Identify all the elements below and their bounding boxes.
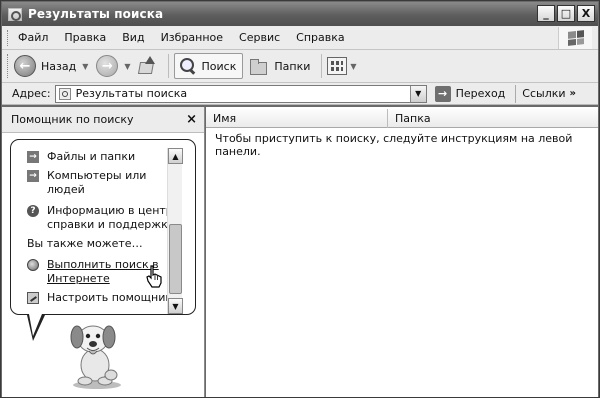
windows-flag-icon [567,30,584,46]
address-bar: Адрес: Результаты поиска ▼ → Переход Ссы… [2,83,598,105]
forward-arrow-icon: → [96,55,119,77]
column-header-name[interactable]: Имя [206,109,388,128]
address-value: Результаты поиска [75,87,188,100]
search-window-icon [8,7,22,21]
folders-icon [249,58,269,75]
help-icon: ? [27,205,39,217]
windows-logo [558,27,592,49]
back-dropdown-icon[interactable]: ▼ [82,62,88,71]
scroll-thumb[interactable] [169,224,182,294]
close-button[interactable]: X [577,5,595,22]
back-label: Назад [41,59,77,73]
search-option-help[interactable]: ? Информацию в центре справки и поддержк… [27,204,180,232]
search-label: Поиск [201,59,237,73]
hand-cursor-icon [146,265,162,288]
menu-view[interactable]: Вид [114,31,152,44]
internet-search-icon [27,259,39,271]
empty-results-message: Чтобы приступить к поиску, следуйте инст… [215,132,573,158]
explorer-window: Результаты поиска _ □ X Файл Правка Вид … [0,0,600,398]
toolbar-grip[interactable] [7,54,10,78]
balloon-tail-inner [29,314,42,336]
forward-button[interactable]: → ▼ [96,55,131,77]
menu-help[interactable]: Справка [288,31,352,44]
search-button[interactable]: Поиск [173,53,244,79]
search-option-label: Файлы и папки [47,150,136,163]
menu-favorites[interactable]: Избранное [153,31,231,44]
search-internet-link[interactable]: Выполнить поиск в Интернете [27,258,159,286]
search-dog-assistant-icon[interactable] [57,315,137,391]
wand-icon [27,292,39,304]
views-grid-icon [327,57,348,75]
column-header-folder[interactable]: Папка [388,109,598,128]
search-pane-header: Помощник по поиску × [2,107,204,133]
minimize-button[interactable]: _ [537,5,555,22]
links-button[interactable]: Ссылки [522,87,565,100]
address-dropdown-icon[interactable]: ▼ [409,85,426,102]
search-option-label: Компьютеры или людей [47,169,147,196]
customize-assistant-label: Настроить помощника [47,291,179,304]
arrow-right-icon: → [27,170,39,182]
maximize-button[interactable]: □ [557,5,575,22]
views-dropdown-icon[interactable]: ▼ [350,62,356,71]
search-option-computers[interactable]: → Компьютеры или людей [27,169,146,197]
search-pane-title: Помощник по поиску [11,113,134,126]
go-label: Переход [455,87,506,100]
customize-assistant-link[interactable]: Настроить помощника [27,291,179,305]
results-column-headers: Имя Папка [206,109,598,128]
toolbar-separator [167,54,169,78]
address-label: Адрес: [12,87,51,100]
up-folder-icon[interactable] [137,56,157,76]
folders-button[interactable]: Папки [245,53,316,79]
views-button[interactable]: ▼ [327,57,357,75]
go-button[interactable]: → Переход [434,85,506,102]
folders-label: Папки [274,59,311,73]
address-input[interactable]: Результаты поиска ▼ [54,84,427,103]
title-bar[interactable]: Результаты поиска _ □ X [2,2,598,26]
also-can-text: Вы также можете… [27,237,143,250]
results-pane: Имя Папка Чтобы приступить к поиску, сле… [206,107,598,397]
balloon-scrollbar[interactable]: ▲ ▼ [167,148,183,314]
window-title: Результаты поиска [28,7,164,21]
scroll-up-icon[interactable]: ▲ [168,148,183,164]
forward-dropdown-icon[interactable]: ▼ [124,62,130,71]
search-option-label: Информацию в центре справки и поддержки [47,204,180,231]
close-pane-icon[interactable]: × [186,112,197,127]
search-option-files[interactable]: → Файлы и папки [27,150,135,164]
back-button[interactable]: ← Назад ▼ [14,55,88,77]
window-controls: _ □ X [537,5,595,22]
menu-bar: Файл Правка Вид Избранное Сервис Справка [2,26,598,50]
chevron-right-icon[interactable]: » [570,88,576,99]
menu-tools[interactable]: Сервис [231,31,288,44]
scroll-down-icon[interactable]: ▼ [168,298,183,314]
links-separator [515,84,517,103]
arrow-right-icon: → [27,151,39,163]
back-arrow-icon: ← [14,55,36,77]
search-icon [179,57,197,75]
search-internet-label: Выполнить поиск в Интернете [47,258,159,285]
toolbar-separator [321,54,323,78]
go-arrow-icon: → [434,85,451,102]
menu-edit[interactable]: Правка [56,31,114,44]
standard-toolbar: ← Назад ▼ → ▼ Поиск Папки ▼ [2,50,598,83]
menu-file[interactable]: Файл [10,31,56,44]
search-results-icon [58,87,71,100]
